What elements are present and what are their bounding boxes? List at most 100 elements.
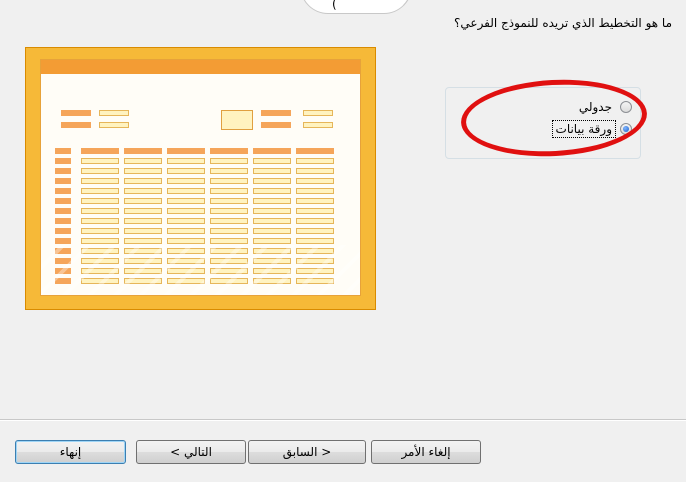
- preview-cell: [210, 228, 248, 234]
- preview-cell: [167, 178, 205, 184]
- preview-column-header: [210, 148, 248, 154]
- preview-cell: [253, 258, 291, 264]
- preview-row-selector: [55, 168, 71, 174]
- preview-cell: [124, 208, 162, 214]
- preview-cell: [124, 228, 162, 234]
- preview-cell: [253, 168, 291, 174]
- preview-cell: [81, 158, 119, 164]
- preview-cell: [167, 208, 205, 214]
- page-question: ما هو التخطيط الذي تريده للنموذج الفرعي؟: [454, 16, 672, 30]
- divider-highlight: [0, 420, 686, 421]
- preview-cell: [253, 198, 291, 204]
- preview-column-header: [253, 148, 291, 154]
- cancel-button[interactable]: إلغاء الأمر: [371, 440, 481, 464]
- preview-cell: [253, 208, 291, 214]
- preview-cell: [124, 278, 162, 284]
- preview-cell: [210, 278, 248, 284]
- preview-cell: [167, 278, 205, 284]
- preview-field-block: [303, 122, 333, 128]
- preview-cell: [296, 168, 334, 174]
- preview-cell: [124, 258, 162, 264]
- preview-cell: [81, 258, 119, 264]
- preview-label-block: [261, 110, 291, 116]
- preview-cell: [81, 248, 119, 254]
- preview-row-selector: [55, 278, 71, 284]
- preview-cell: [167, 248, 205, 254]
- preview-cell: [124, 248, 162, 254]
- preview-cell: [81, 218, 119, 224]
- preview-title-bar: [41, 60, 360, 74]
- preview-cell: [81, 208, 119, 214]
- preview-label-block: [61, 110, 91, 116]
- preview-cell: [253, 268, 291, 274]
- preview-cell: [210, 168, 248, 174]
- preview-cell: [296, 218, 334, 224]
- preview-cell: [253, 248, 291, 254]
- preview-cell: [296, 188, 334, 194]
- preview-cell: [210, 188, 248, 194]
- preview-cell: [167, 238, 205, 244]
- preview-cell: [167, 218, 205, 224]
- preview-cell: [124, 168, 162, 174]
- preview-cell: [81, 168, 119, 174]
- preview-cell: [296, 198, 334, 204]
- preview-cell: [124, 188, 162, 194]
- preview-cell: [296, 238, 334, 244]
- preview-cell: [210, 178, 248, 184]
- preview-row-selector: [55, 208, 71, 214]
- preview-cell: [296, 208, 334, 214]
- preview-column-header: [296, 148, 334, 154]
- preview-cell: [124, 218, 162, 224]
- preview-label-block: [261, 122, 291, 128]
- preview-cell: [210, 238, 248, 244]
- preview-cell: [253, 278, 291, 284]
- preview-cell: [124, 158, 162, 164]
- preview-column-header: [167, 148, 205, 154]
- preview-row-selector: [55, 188, 71, 194]
- preview-cell: [81, 278, 119, 284]
- preview-row-selector: [55, 158, 71, 164]
- preview-column-header: [124, 148, 162, 154]
- top-tab-label: (: [332, 0, 337, 11]
- preview-cell: [81, 178, 119, 184]
- preview-cell: [210, 208, 248, 214]
- preview-cell: [124, 198, 162, 204]
- preview-cell: [210, 218, 248, 224]
- preview-cell: [81, 238, 119, 244]
- preview-cell: [296, 278, 334, 284]
- layout-preview: [25, 47, 376, 310]
- preview-cell: [167, 258, 205, 264]
- preview-row-selector: [55, 228, 71, 234]
- preview-field-block: [303, 110, 333, 116]
- preview-cell: [296, 268, 334, 274]
- preview-cell: [296, 258, 334, 264]
- finish-button[interactable]: إنهاء: [15, 440, 126, 464]
- layout-preview-canvas: [40, 59, 361, 296]
- preview-cell: [210, 268, 248, 274]
- preview-cell: [253, 238, 291, 244]
- preview-cell: [253, 158, 291, 164]
- preview-cell: [167, 158, 205, 164]
- next-button[interactable]: التالي >: [136, 440, 246, 464]
- preview-column-header: [81, 148, 119, 154]
- preview-cell: [124, 238, 162, 244]
- preview-row-selector: [55, 258, 71, 264]
- preview-row-selector: [55, 248, 71, 254]
- preview-cell: [167, 168, 205, 174]
- preview-cell: [253, 218, 291, 224]
- preview-cell: [167, 188, 205, 194]
- back-button[interactable]: < السابق: [248, 440, 366, 464]
- preview-row-selector: [55, 198, 71, 204]
- preview-cell: [81, 198, 119, 204]
- preview-cell: [210, 258, 248, 264]
- preview-cell: [296, 228, 334, 234]
- preview-cell: [81, 188, 119, 194]
- top-tab: [300, 0, 412, 14]
- preview-cell: [210, 198, 248, 204]
- preview-cell: [124, 268, 162, 274]
- preview-row-selector: [55, 268, 71, 274]
- preview-cell: [210, 248, 248, 254]
- preview-cell: [253, 178, 291, 184]
- preview-row-selector: [55, 148, 71, 154]
- preview-row-selector: [55, 238, 71, 244]
